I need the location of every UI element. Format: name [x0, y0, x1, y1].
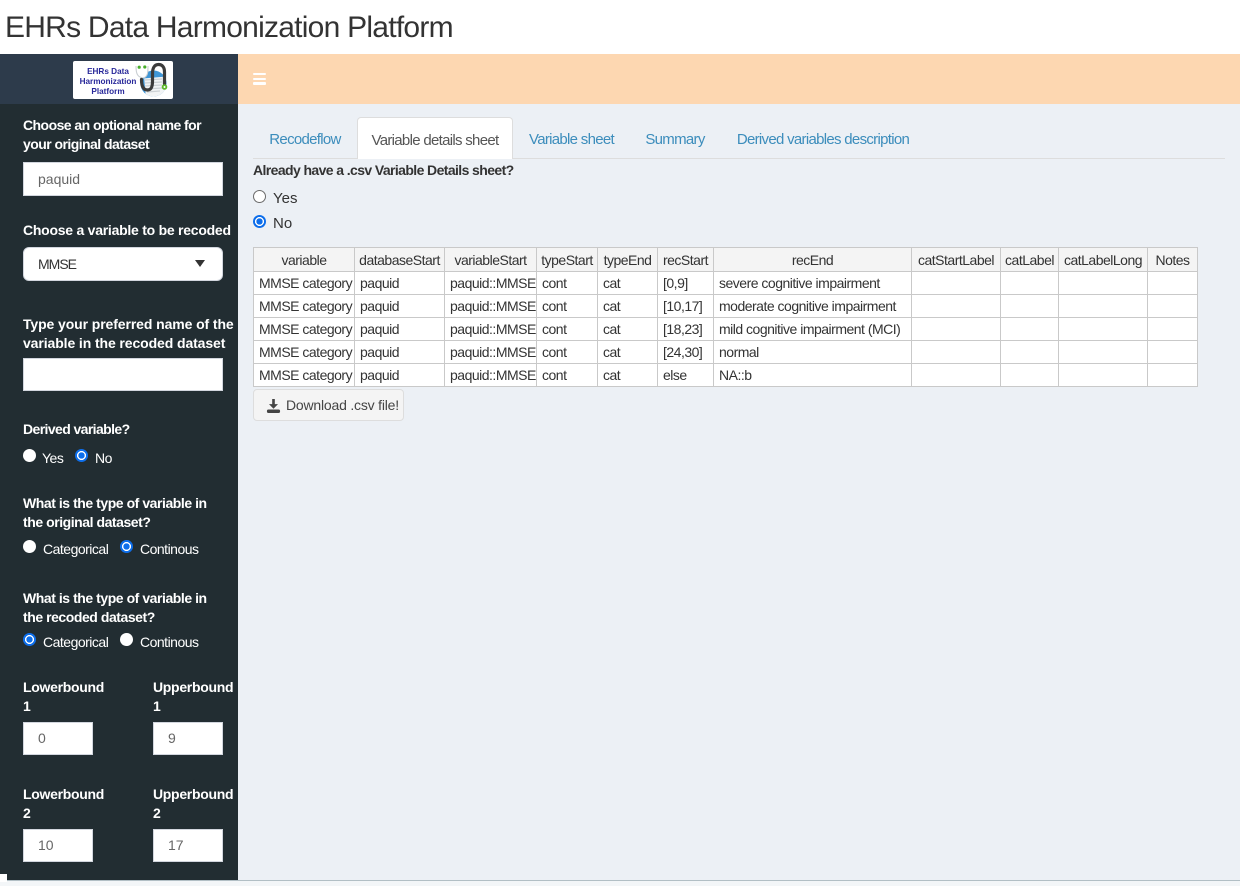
- svg-text:Platform: Platform: [91, 87, 124, 96]
- svg-text:Harmonization: Harmonization: [80, 77, 137, 86]
- svg-text:EHRs Data: EHRs Data: [87, 67, 129, 76]
